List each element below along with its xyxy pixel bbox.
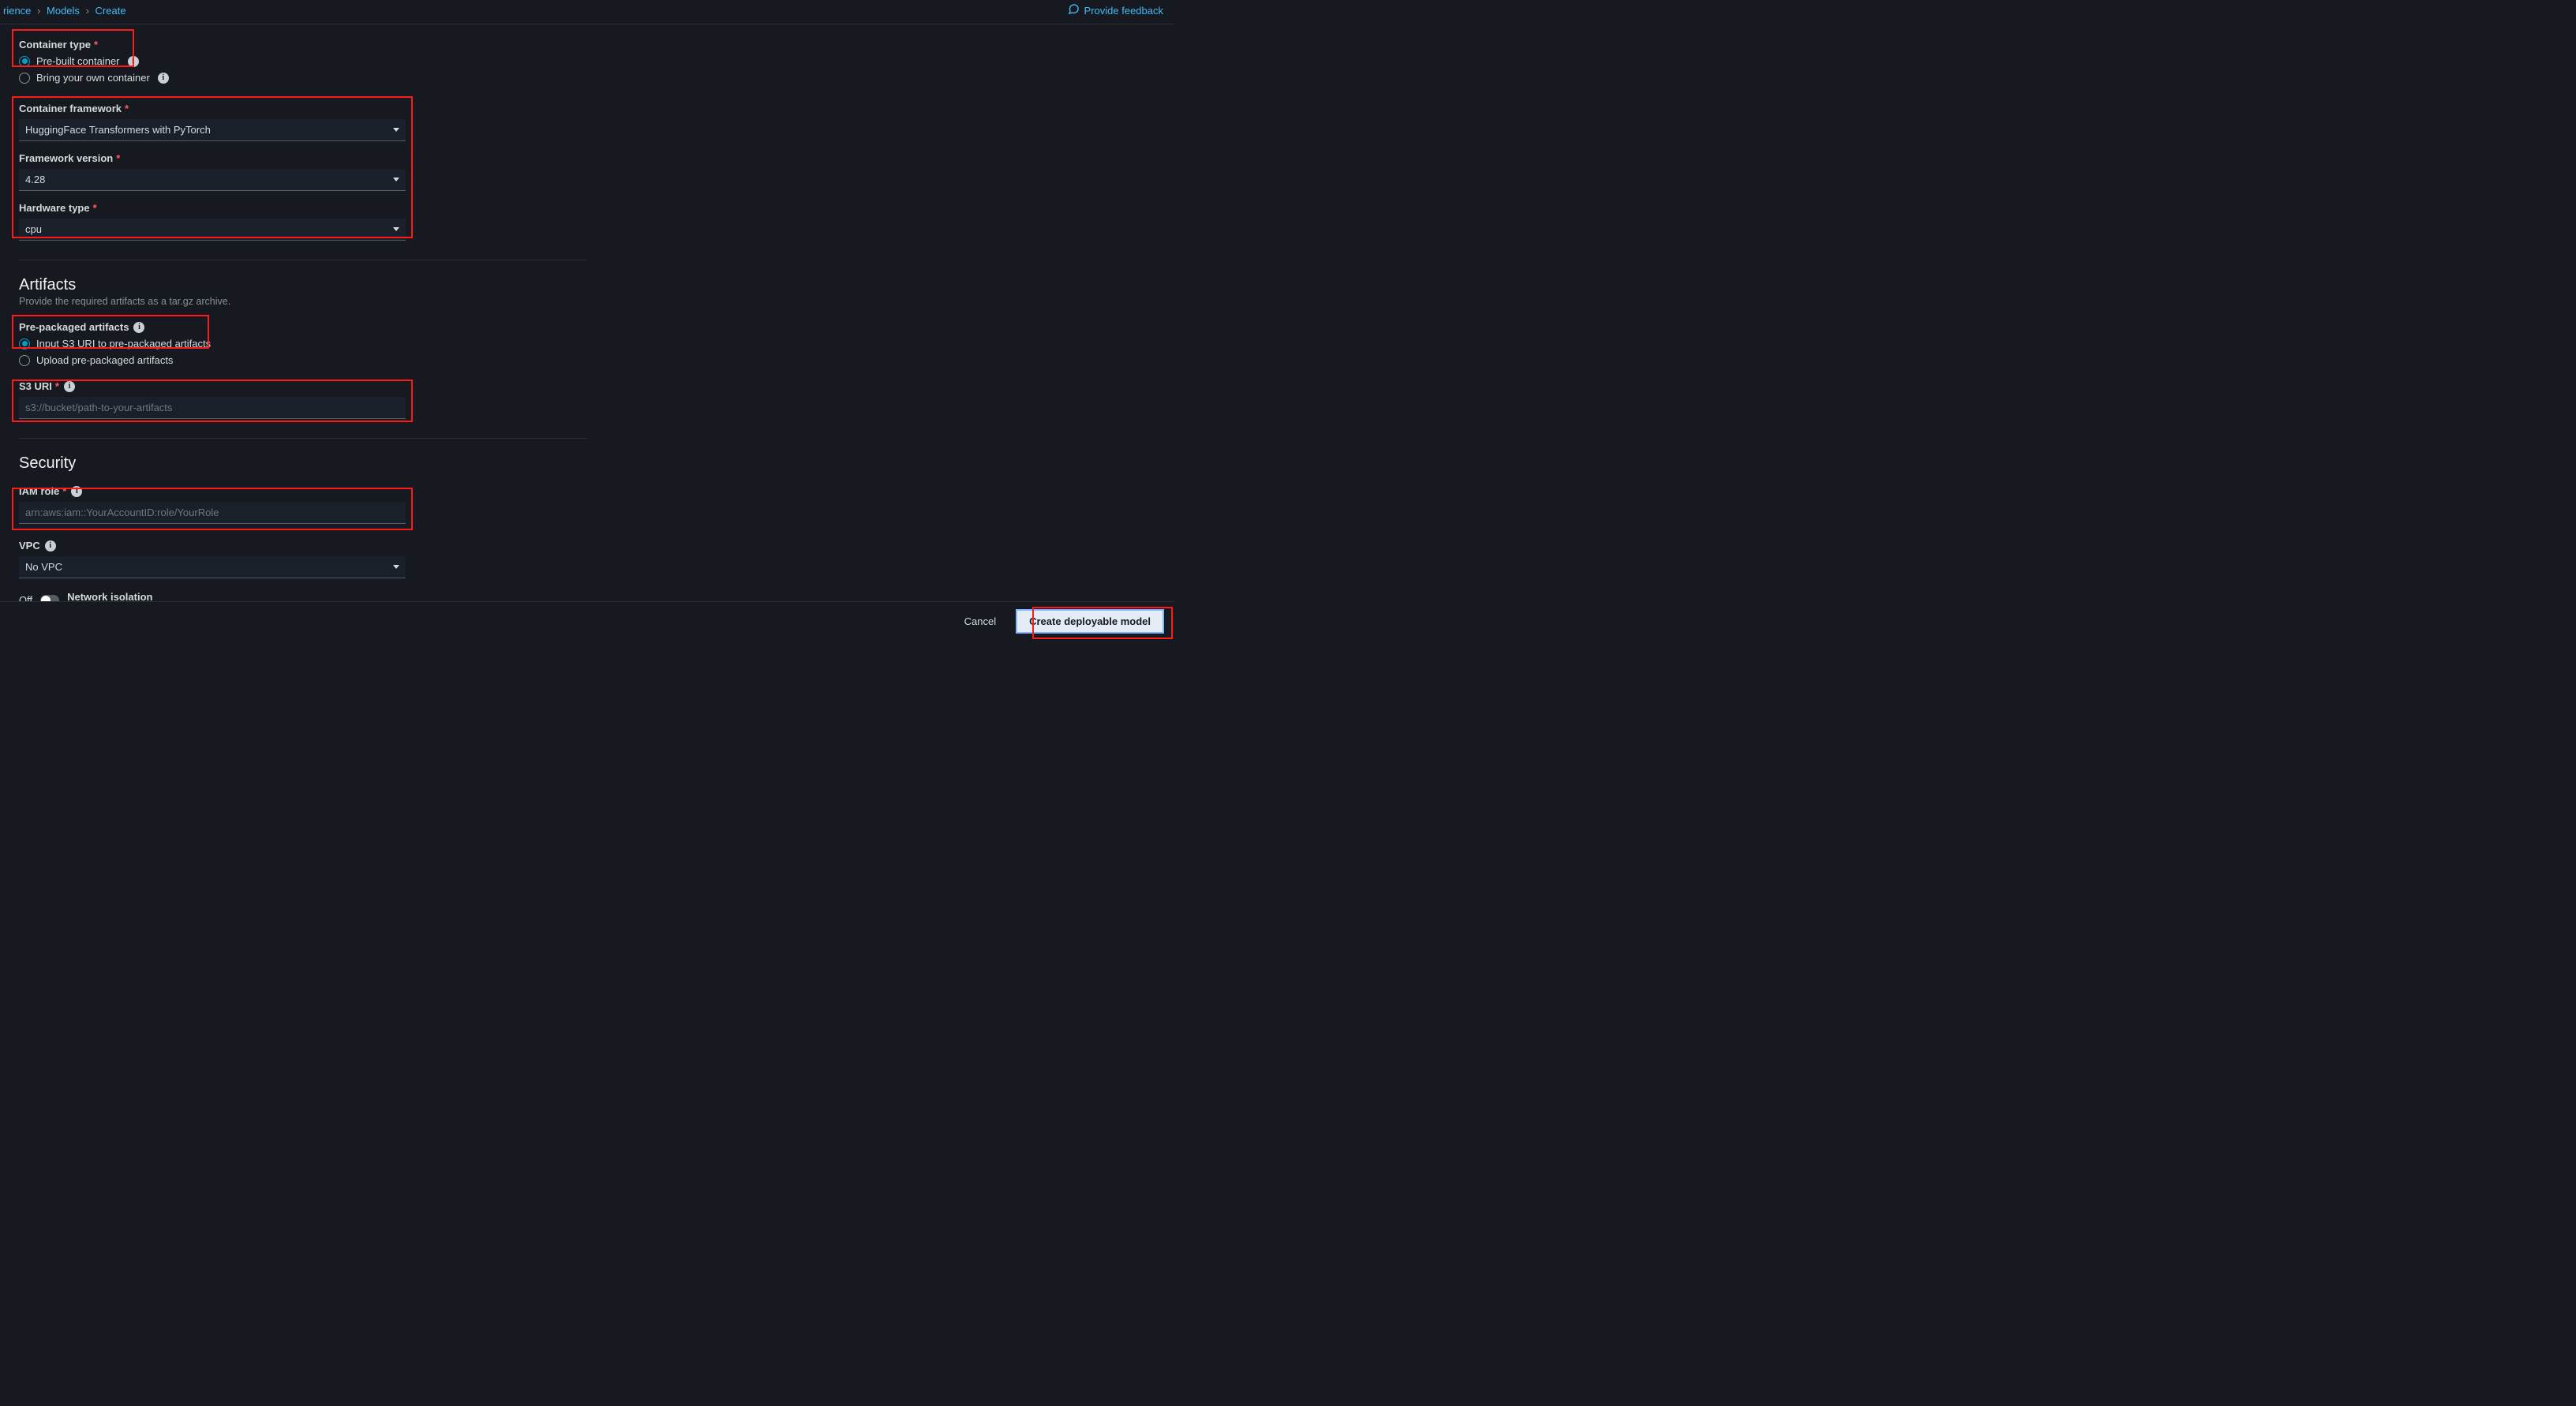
radio-icon	[19, 56, 30, 67]
info-icon[interactable]: i	[128, 56, 139, 67]
radio-bring-your-own-container[interactable]: Bring your own container i	[19, 72, 587, 84]
chevron-right-icon: ›	[37, 5, 40, 17]
security-heading: Security	[19, 454, 1155, 473]
radio-prebuilt-container[interactable]: Pre-built container i	[19, 55, 587, 67]
breadcrumb-item[interactable]: Models	[47, 5, 80, 17]
s3-uri-input[interactable]	[19, 397, 406, 419]
iam-role-input[interactable]	[19, 502, 406, 524]
container-framework-label: Container framework*	[19, 103, 1155, 114]
chevron-down-icon	[393, 128, 399, 132]
artifacts-heading: Artifacts	[19, 276, 1155, 294]
breadcrumb[interactable]: rience › Models › Create	[3, 5, 126, 17]
vpc-label: VPC i	[19, 540, 1155, 552]
radio-input-s3-uri[interactable]: Input S3 URI to pre-packaged artifacts	[19, 338, 1155, 350]
artifacts-subtitle: Provide the required artifacts as a tar.…	[19, 296, 1155, 307]
chevron-down-icon	[393, 178, 399, 181]
info-icon[interactable]: i	[133, 322, 144, 333]
iam-role-label: IAM role* i	[19, 485, 1155, 497]
radio-icon	[19, 355, 30, 366]
container-type-label: Container type *	[19, 39, 587, 50]
breadcrumb-item[interactable]: Create	[95, 5, 126, 17]
info-icon[interactable]: i	[158, 73, 169, 84]
chat-icon	[1068, 3, 1080, 17]
info-icon[interactable]: i	[64, 381, 75, 392]
s3-uri-label: S3 URI* i	[19, 380, 1155, 392]
framework-version-label: Framework version*	[19, 152, 1155, 164]
chevron-down-icon	[393, 227, 399, 231]
breadcrumb-item[interactable]: rience	[3, 5, 31, 17]
radio-upload-artifacts[interactable]: Upload pre-packaged artifacts	[19, 354, 1155, 366]
radio-icon	[19, 73, 30, 84]
cancel-button[interactable]: Cancel	[953, 611, 1007, 632]
chevron-right-icon: ›	[86, 5, 89, 17]
chevron-down-icon	[393, 565, 399, 569]
radio-icon	[19, 338, 30, 350]
info-icon[interactable]: i	[45, 540, 56, 552]
pre-packaged-artifacts-label: Pre-packaged artifacts i	[19, 321, 1155, 333]
hardware-type-label: Hardware type*	[19, 202, 1155, 214]
provide-feedback-link[interactable]: Provide feedback	[1068, 3, 1163, 17]
container-framework-select[interactable]: HuggingFace Transformers with PyTorch	[19, 119, 406, 141]
info-icon[interactable]: i	[71, 486, 82, 497]
create-deployable-model-button[interactable]: Create deployable model	[1017, 610, 1163, 633]
vpc-select[interactable]: No VPC	[19, 556, 406, 578]
framework-version-select[interactable]: 4.28	[19, 169, 406, 191]
hardware-type-select[interactable]: cpu	[19, 219, 406, 241]
